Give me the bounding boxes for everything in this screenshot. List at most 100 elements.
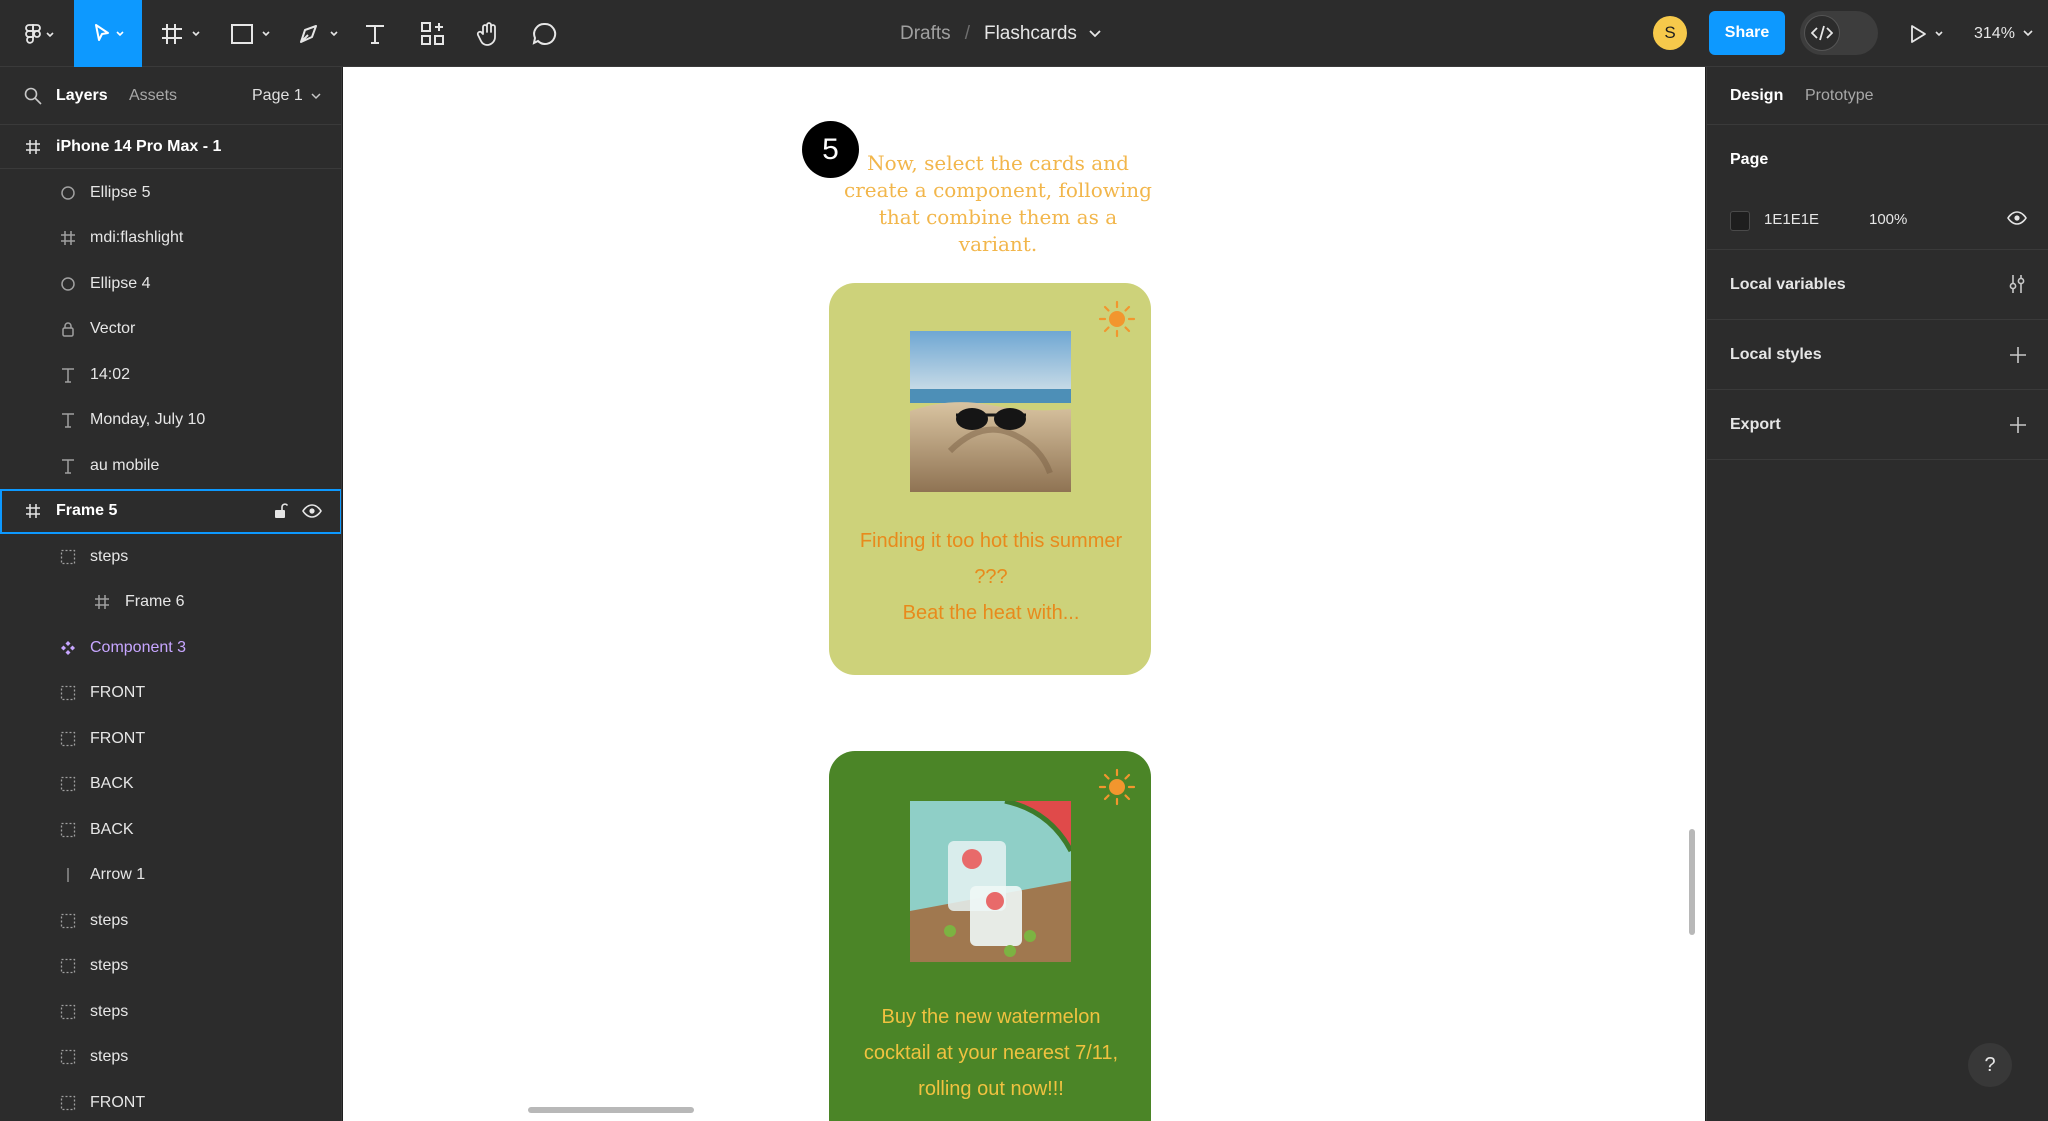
hand-icon [476, 21, 496, 46]
layer-item[interactable]: steps [0, 989, 341, 1034]
properties-tabs: Design Prototype [1707, 67, 2048, 125]
move-tool-button[interactable] [74, 0, 142, 67]
watermelon-cocktail-photo [910, 801, 1071, 962]
present-button[interactable] [1906, 0, 1952, 67]
breadcrumb: Drafts / Flashcards [900, 0, 1101, 67]
layer-item[interactable]: steps [0, 898, 341, 943]
breadcrumb-separator: / [964, 22, 970, 44]
frame-tool-button[interactable] [156, 0, 208, 67]
line-icon [59, 866, 77, 884]
share-button[interactable]: Share [1709, 11, 1785, 55]
export-section[interactable]: Export [1707, 390, 2048, 460]
chevron-down-icon[interactable] [1089, 29, 1101, 38]
unlock-icon[interactable] [274, 503, 288, 519]
card-front-text: Finding it too hot this summer ??? Beat … [859, 530, 1123, 624]
frame-icon [59, 229, 77, 247]
layer-root-frame[interactable]: iPhone 14 Pro Max - 1 [0, 124, 341, 169]
pen-icon [300, 24, 338, 43]
tab-design[interactable]: Design [1730, 87, 1783, 105]
flashcard-back[interactable]: Buy the new watermelon cocktail at your … [829, 751, 1151, 1121]
layer-item[interactable]: Ellipse 4 [0, 261, 341, 306]
text-tool-button[interactable] [360, 0, 390, 67]
group-icon [59, 1003, 77, 1021]
group-icon [59, 730, 77, 748]
properties-panel: Design Prototype Page 1E1E1E 100% Local … [1706, 67, 2048, 1121]
layer-item[interactable]: mdi:flashlight [0, 216, 341, 261]
comment-tool-button[interactable] [530, 0, 560, 67]
layer-label: FRONT [90, 1093, 146, 1111]
plus-icon[interactable] [2009, 416, 2027, 434]
local-variables-section[interactable]: Local variables [1707, 250, 2048, 320]
layer-label: Monday, July 10 [90, 411, 206, 428]
page-selector-label: Page 1 [252, 87, 303, 104]
figma-logo-icon [25, 23, 54, 44]
layer-item[interactable]: BACK [0, 807, 341, 852]
layer-label: BACK [90, 775, 134, 792]
canvas[interactable]: 5 Now, select the cards and create a com… [343, 67, 1705, 1121]
sunglasses-photo [910, 331, 1071, 492]
search-icon[interactable] [24, 87, 42, 105]
layer-item[interactable]: steps [0, 534, 341, 579]
horizontal-scrollbar[interactable] [528, 1107, 694, 1113]
layer-label: steps [90, 1048, 129, 1065]
tab-assets[interactable]: Assets [129, 87, 177, 105]
vertical-scrollbar[interactable] [1689, 829, 1695, 935]
local-variables-label: Local variables [1730, 276, 1846, 293]
variables-settings-icon[interactable] [2007, 274, 2027, 294]
vector-icon [59, 320, 77, 338]
page-opacity[interactable]: 100% [1869, 211, 1907, 228]
layer-item[interactable]: 14:02 [0, 352, 341, 397]
layer-item[interactable]: Monday, July 10 [0, 398, 341, 443]
frame-icon [24, 138, 42, 156]
group-icon [59, 684, 77, 702]
page-selector[interactable]: Page 1 [252, 87, 321, 105]
layers-panel-tabs: Layers Assets Page 1 [0, 67, 341, 124]
layer-item[interactable]: Arrow 1 [0, 853, 341, 898]
breadcrumb-drafts[interactable]: Drafts [900, 23, 951, 45]
layer-label: steps [90, 911, 129, 929]
main-menu-button[interactable] [14, 0, 64, 67]
file-name[interactable]: Flashcards [984, 23, 1077, 45]
frame-icon [24, 502, 42, 520]
layer-item[interactable]: steps [0, 944, 341, 989]
page-color-hex[interactable]: 1E1E1E [1764, 211, 1819, 228]
layer-item[interactable]: Vector [0, 307, 341, 352]
comment-icon [532, 22, 557, 45]
layer-item[interactable]: Frame 6 [0, 580, 341, 625]
layer-label: Ellipse 4 [90, 274, 151, 292]
tab-prototype[interactable]: Prototype [1805, 87, 1873, 105]
layer-item[interactable]: Ellipse 5 [0, 170, 341, 215]
layer-item[interactable]: BACK [0, 762, 341, 807]
layer-item[interactable]: au mobile [0, 443, 341, 488]
layer-item[interactable]: FRONT [0, 1080, 341, 1121]
layer-item[interactable]: Component 3 [0, 625, 341, 670]
resources-tool-button[interactable] [418, 0, 448, 67]
code-icon [1811, 25, 1833, 41]
layer-label: steps [90, 547, 129, 565]
page-color-swatch[interactable] [1730, 211, 1750, 231]
avatar[interactable]: S [1653, 16, 1687, 50]
layer-item[interactable]: Frame 5 [0, 488, 341, 534]
plus-icon[interactable] [2009, 346, 2027, 364]
dev-mode-toggle[interactable] [1800, 11, 1878, 55]
layer-label: Frame 6 [125, 593, 185, 610]
layer-label: BACK [90, 820, 134, 838]
shape-tool-button[interactable] [226, 0, 278, 67]
layer-item[interactable]: steps [0, 1035, 341, 1080]
tab-layers[interactable]: Layers [56, 87, 108, 105]
instruction-text: Now, select the cards and create a compo… [844, 151, 1152, 256]
help-button[interactable]: ? [1968, 1043, 2012, 1087]
eye-icon[interactable] [302, 504, 322, 518]
local-styles-section[interactable]: Local styles [1707, 320, 2048, 390]
pen-tool-button[interactable] [294, 0, 346, 67]
zoom-dropdown[interactable]: 314% [1974, 0, 2033, 67]
layer-item[interactable]: FRONT [0, 716, 341, 761]
hand-tool-button[interactable] [474, 0, 504, 67]
group-icon [59, 775, 77, 793]
flashcard-front[interactable]: Finding it too hot this summer ??? Beat … [829, 283, 1151, 675]
text-icon [59, 457, 77, 475]
text-icon [59, 411, 77, 429]
layer-label: FRONT [90, 729, 146, 747]
eye-icon[interactable] [2007, 211, 2027, 225]
layer-item[interactable]: FRONT [0, 671, 341, 716]
